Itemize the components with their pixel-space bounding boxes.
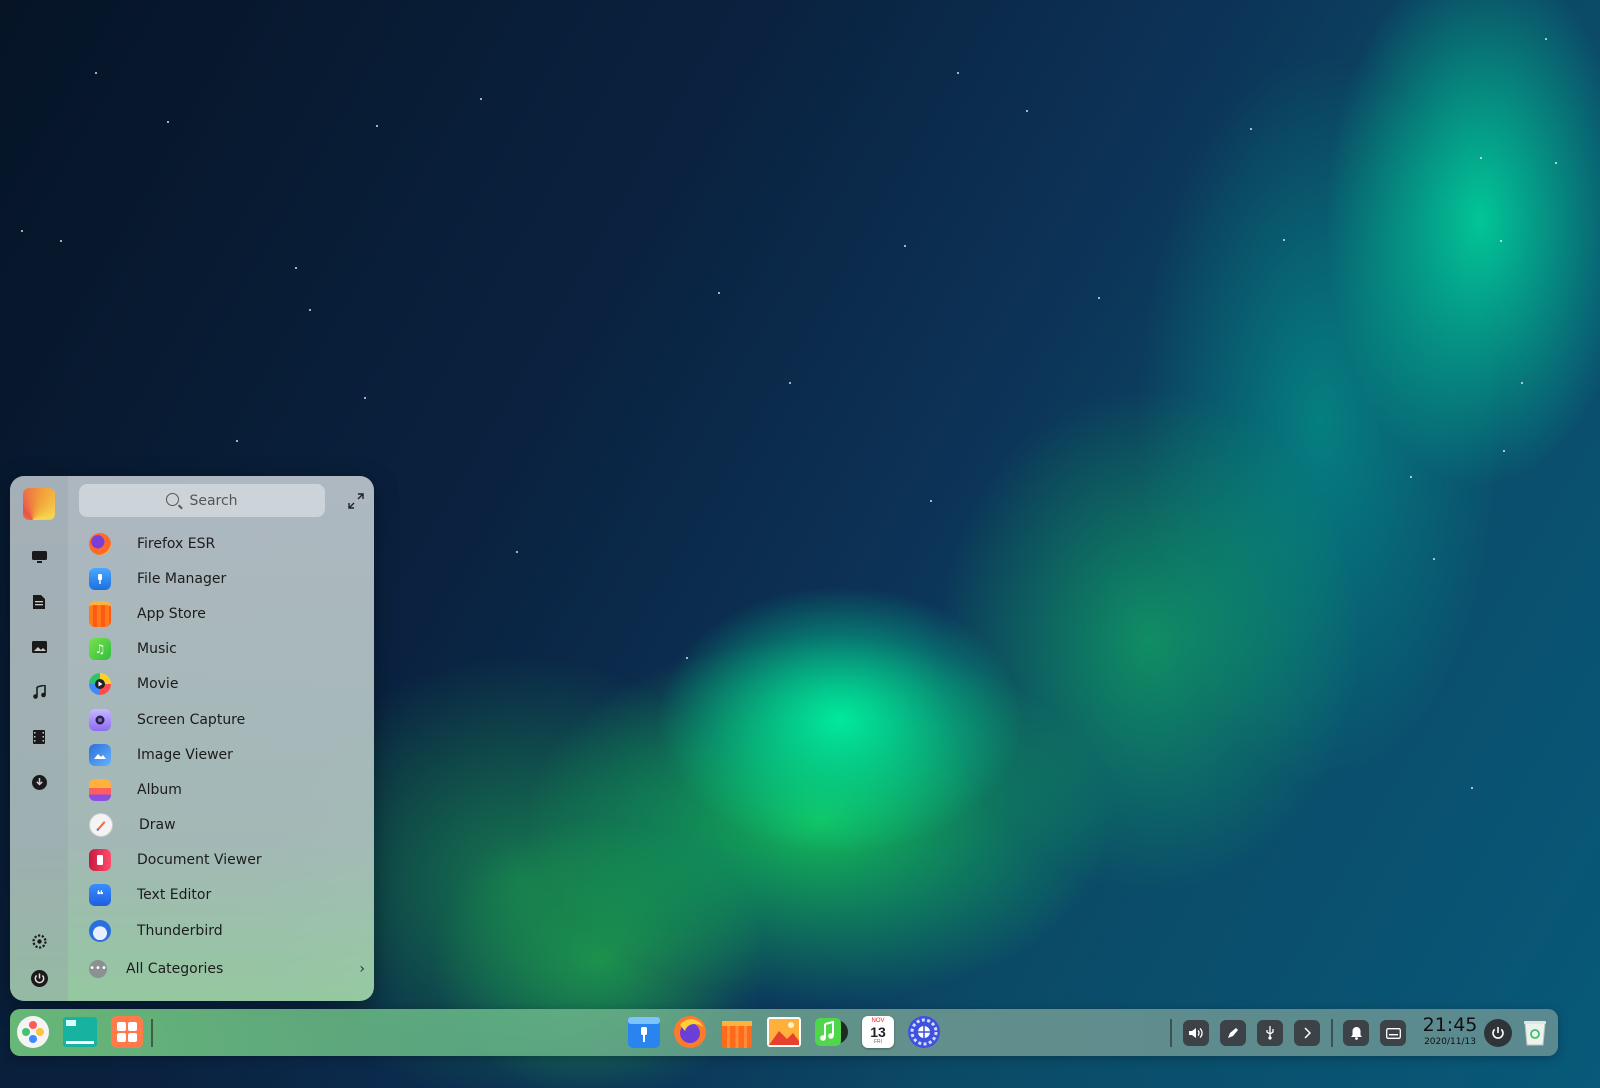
list-item[interactable]: Thunderbird [79,913,369,948]
album-icon[interactable] [767,1015,801,1049]
album-icon [89,778,111,801]
chevron-right-icon: › [359,961,365,977]
file-manager-icon [89,567,111,590]
list-item[interactable]: Firefox ESR [79,526,369,561]
music-icon[interactable] [29,682,49,702]
list-item[interactable]: Image Viewer [79,737,369,772]
fullscreen-toggle-icon[interactable] [348,493,364,509]
search-placeholder: Search [189,492,238,509]
app-list: Firefox ESR File Manager App Store ♫ Mus… [79,526,369,948]
avatar[interactable] [23,488,55,520]
app-grid-icon[interactable] [110,1015,144,1049]
image-viewer-icon [89,743,111,766]
pen-icon[interactable] [1220,1020,1246,1046]
app-store-icon[interactable] [720,1015,754,1049]
search-icon [166,493,180,506]
volume-icon[interactable] [1183,1020,1209,1046]
dock: NOV 13 FRI 21:45 2020/11/13 [10,1009,1558,1056]
power-icon[interactable] [1484,1019,1512,1047]
usb-icon[interactable] [1257,1020,1283,1046]
clock-time: 21:45 [1422,1014,1478,1036]
picture-icon[interactable] [29,637,49,657]
chevron-right-icon[interactable] [1294,1020,1320,1046]
document-icon[interactable] [29,592,49,612]
list-item[interactable]: App Store [79,596,369,631]
download-icon[interactable] [29,772,49,792]
settings-icon[interactable] [29,931,49,951]
launcher-icon[interactable] [16,1015,50,1049]
multitasking-icon[interactable] [63,1015,97,1049]
clock-date: 2020/11/13 [1424,1037,1476,1047]
thunderbird-icon [89,919,111,942]
calendar-day: 13 [870,1024,886,1040]
clock[interactable]: 21:45 2020/11/13 [1419,1014,1481,1048]
dock-separator [1331,1019,1333,1047]
power-icon[interactable] [29,968,49,988]
list-item[interactable]: ♫ Music [79,632,369,667]
app-launcher: Search Firefox ESR File Manager App Stor… [10,476,374,1001]
calendar-icon[interactable]: NOV 13 FRI [861,1015,895,1049]
all-categories-button[interactable]: ••• All Categories › [79,956,369,982]
list-item[interactable]: File Manager [79,561,369,596]
list-item[interactable]: Draw [79,808,369,843]
more-dots-icon: ••• [89,960,107,978]
music-app-icon: ♫ [89,638,111,661]
text-editor-icon: ❝ [89,884,111,907]
screen-capture-icon [89,708,111,731]
control-center-icon[interactable] [907,1015,941,1049]
film-icon[interactable] [29,727,49,747]
list-item[interactable]: ❝ Text Editor [79,878,369,913]
movie-icon [89,673,111,696]
list-item[interactable]: Document Viewer [79,843,369,878]
keyboard-icon[interactable] [1380,1020,1406,1046]
list-item[interactable]: Album [79,772,369,807]
search-input[interactable]: Search [79,484,325,517]
music-app-icon[interactable] [814,1015,848,1049]
calendar-weekday: FRI [873,1039,883,1045]
draw-icon [89,813,113,838]
firefox-icon [89,532,111,555]
firefox-icon[interactable] [673,1015,707,1049]
dock-separator [151,1019,153,1047]
app-store-icon [89,600,111,627]
dock-separator [1170,1019,1172,1047]
monitor-icon[interactable] [29,547,49,567]
list-item[interactable]: Screen Capture [79,702,369,737]
category-sidebar [10,476,68,1001]
trash-icon[interactable] [1520,1017,1550,1047]
document-viewer-icon [89,849,111,872]
file-manager-icon[interactable] [627,1015,661,1049]
notification-bell-icon[interactable] [1343,1020,1369,1046]
list-item[interactable]: Movie [79,667,369,702]
